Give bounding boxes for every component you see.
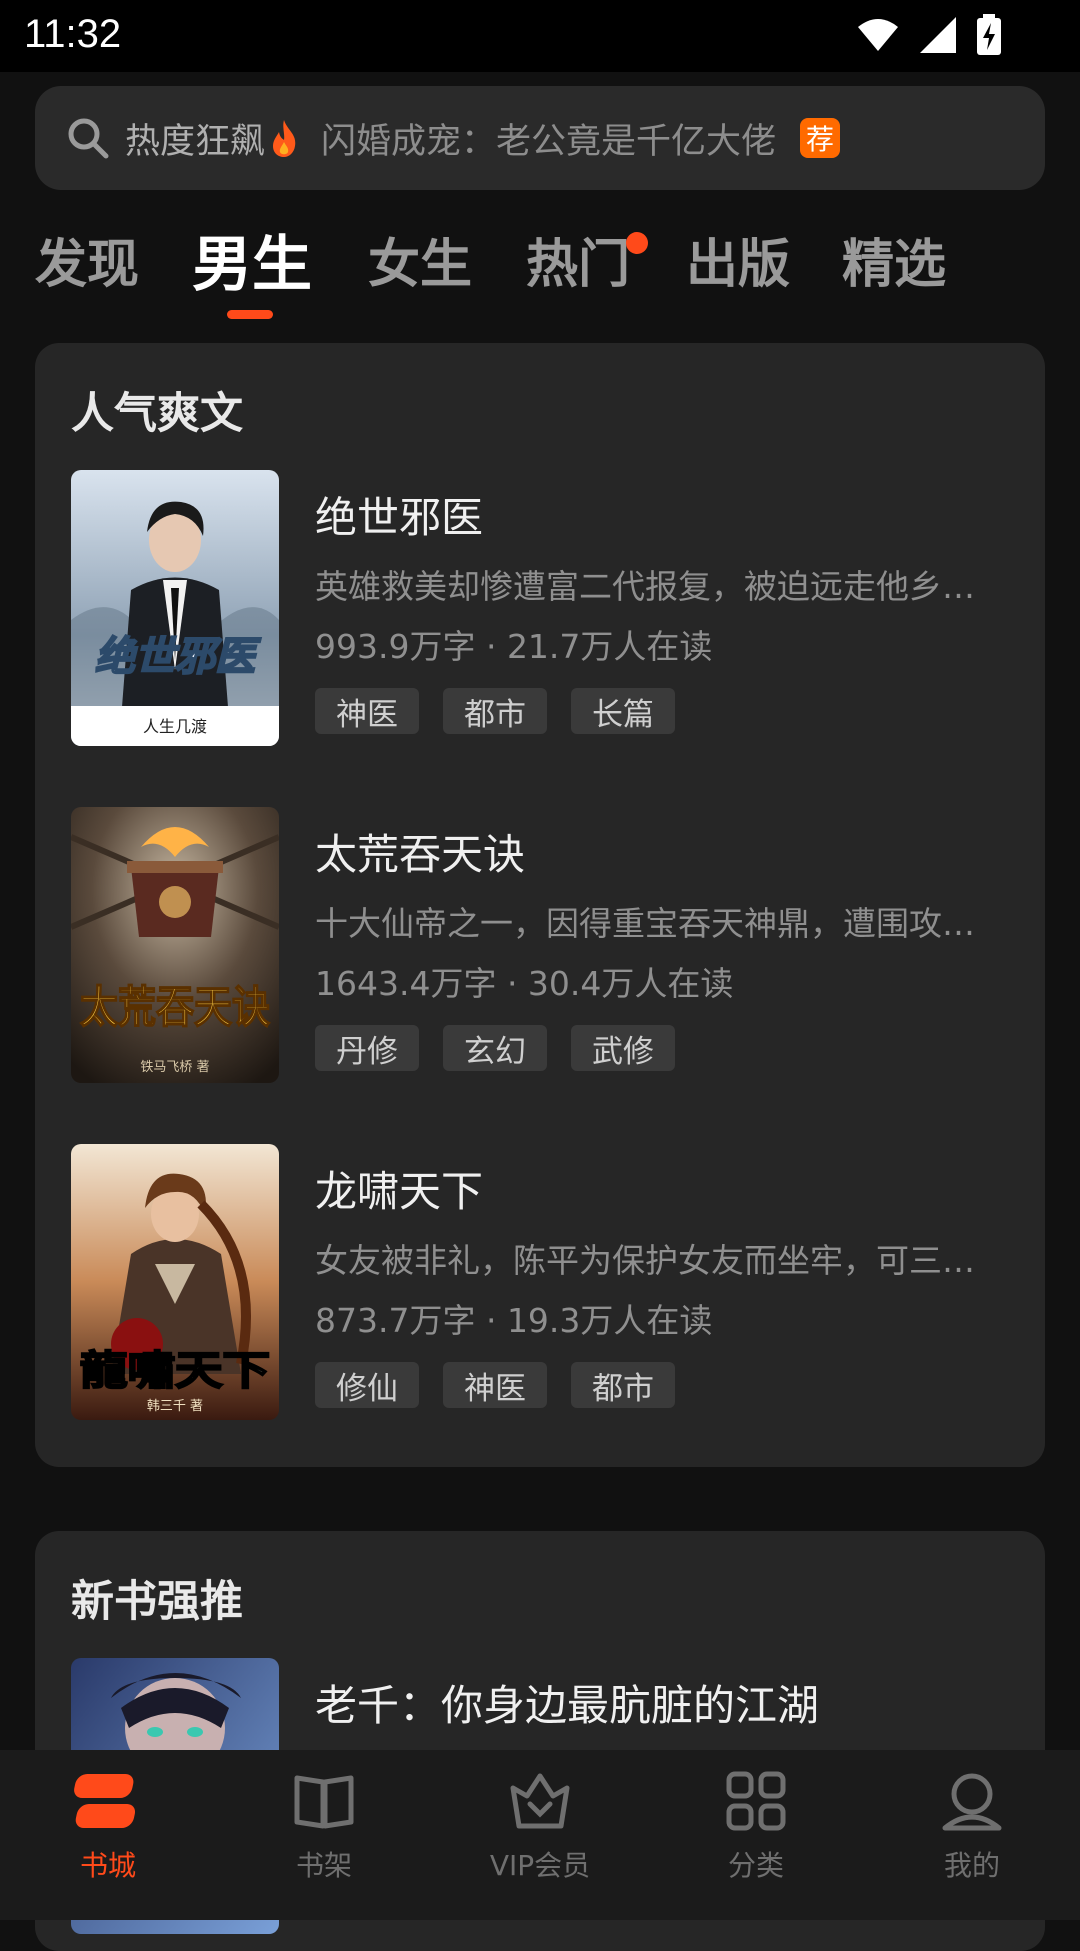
nav-label: VIP会员 <box>489 1849 591 1882</box>
tab-male[interactable]: 男生 <box>192 216 312 303</box>
section-title: 新书强推 <box>71 1577 243 1627</box>
category-tabs: 发现 男生 女生 热门 出版 精选 <box>0 222 1080 322</box>
category-grid-icon <box>726 1771 786 1831</box>
book-cover[interactable]: 太荒吞天诀 铁马飞桥 著 <box>71 807 279 1083</box>
book-title[interactable]: 龙啸天下 <box>315 1158 483 1219</box>
battery-icon <box>977 14 1001 55</box>
book-description: 英雄救美却惨遭富二代报复，被迫远走他乡… <box>315 567 975 606</box>
cover-title: 太荒吞天诀 <box>80 982 270 1033</box>
nav-vip[interactable]: VIP会员 <box>432 1750 648 1920</box>
nav-label: 书城 <box>79 1849 136 1882</box>
book-tag[interactable]: 都市 <box>443 688 547 734</box>
book-tag[interactable]: 玄幻 <box>443 1025 547 1071</box>
search-hot-label: 热度狂飙 <box>125 121 266 162</box>
profile-icon <box>942 1773 1002 1831</box>
book-stats: 1643.4万字 · 30.4万人在读 <box>315 964 734 1003</box>
fire-icon <box>273 120 296 157</box>
book-title[interactable]: 绝世邪医 <box>315 484 483 545</box>
nav-label: 书架 <box>295 1849 352 1882</box>
book-stats: 993.9万字 · 21.7万人在读 <box>315 627 713 666</box>
book-tag[interactable]: 神医 <box>443 1362 547 1408</box>
book-tag[interactable]: 都市 <box>571 1362 675 1408</box>
cover-author: 人生几渡 <box>143 717 207 736</box>
wifi-icon <box>858 19 898 51</box>
tab-featured[interactable]: 精选 <box>842 222 946 297</box>
book-title[interactable]: 太荒吞天诀 <box>315 821 525 882</box>
search-placeholder: 闪婚成宠：老公竟是千亿大佬 <box>321 121 777 162</box>
cover-author: 铁马飞桥 著 <box>140 1060 209 1075</box>
tab-hot[interactable]: 热门 <box>526 222 630 297</box>
search-bar[interactable]: 热度狂飙 闪婚成宠：老公竟是千亿大佬 荐 <box>35 86 1045 190</box>
book-item[interactable]: 龍嘯天下 韩三千 著 龙啸天下 女友被非礼，陈平为保护女友而坐牢，可三… 873… <box>71 1144 1011 1420</box>
status-icons <box>856 14 1002 56</box>
section-title: 人气爽文 <box>71 389 243 439</box>
book-cover[interactable]: 绝世邪医 人生几渡 <box>71 470 279 746</box>
vip-crown-icon <box>510 1773 570 1829</box>
book-item[interactable]: 绝世邪医 人生几渡 绝世邪医 英雄救美却惨遭富二代报复，被迫远走他乡… 993.… <box>71 470 1011 746</box>
book-description: 女友被非礼，陈平为保护女友而坐牢，可三… <box>315 1241 975 1280</box>
book-tag[interactable]: 长篇 <box>571 688 675 734</box>
nav-label: 分类 <box>727 1849 784 1882</box>
book-title[interactable]: 老千：你身边最肮脏的江湖 <box>315 1672 819 1733</box>
cover-title: 龍嘯天下 <box>80 1347 270 1394</box>
tab-discover[interactable]: 发现 <box>35 222 139 297</box>
book-cover[interactable]: 龍嘯天下 韩三千 著 <box>71 1144 279 1420</box>
signal-icon <box>920 17 956 53</box>
cover-title: 绝世邪医 <box>95 634 261 680</box>
recommend-badge: 荐 <box>800 118 841 158</box>
book-tag[interactable]: 神医 <box>315 688 419 734</box>
book-tags: 丹修 玄幻 武修 <box>315 1025 675 1071</box>
status-bar: 11:32 <box>0 0 1080 72</box>
cover-author: 韩三千 著 <box>147 1399 203 1414</box>
nav-category[interactable]: 分类 <box>648 1750 864 1920</box>
nav-label: 我的 <box>943 1849 1000 1882</box>
book-description: 十大仙帝之一，因得重宝吞天神鼎，遭围攻… <box>315 904 975 943</box>
status-time: 11:32 <box>24 12 122 56</box>
book-tag[interactable]: 武修 <box>571 1025 675 1071</box>
book-item[interactable]: 太荒吞天诀 铁马飞桥 著 太荒吞天诀 十大仙帝之一，因得重宝吞天神鼎，遭围攻… … <box>71 807 1011 1083</box>
bottom-navigation: 书城 书架 VIP会员 分类 我的 <box>0 1750 1080 1920</box>
nav-profile[interactable]: 我的 <box>864 1750 1080 1920</box>
book-tag[interactable]: 丹修 <box>315 1025 419 1071</box>
tab-female[interactable]: 女生 <box>368 222 472 297</box>
book-tags: 修仙 神医 都市 <box>315 1362 675 1408</box>
book-stats: 873.7万字 · 19.3万人在读 <box>315 1301 713 1340</box>
nav-bookshelf[interactable]: 书架 <box>216 1750 432 1920</box>
bookstore-icon <box>74 1774 136 1828</box>
tab-hot-dot <box>626 232 648 254</box>
popular-books-section: 人气爽文 绝世邪医 人生几渡 绝世邪医 英雄救美却惨遭富二代报复，被迫远走他乡…… <box>35 343 1045 1467</box>
bookshelf-icon <box>294 1775 354 1829</box>
nav-bookstore[interactable]: 书城 <box>0 1750 216 1920</box>
book-tag[interactable]: 修仙 <box>315 1362 419 1408</box>
search-icon <box>68 118 109 159</box>
active-tab-indicator <box>227 310 273 319</box>
book-tags: 神医 都市 长篇 <box>315 688 675 734</box>
tab-publish[interactable]: 出版 <box>686 222 790 297</box>
